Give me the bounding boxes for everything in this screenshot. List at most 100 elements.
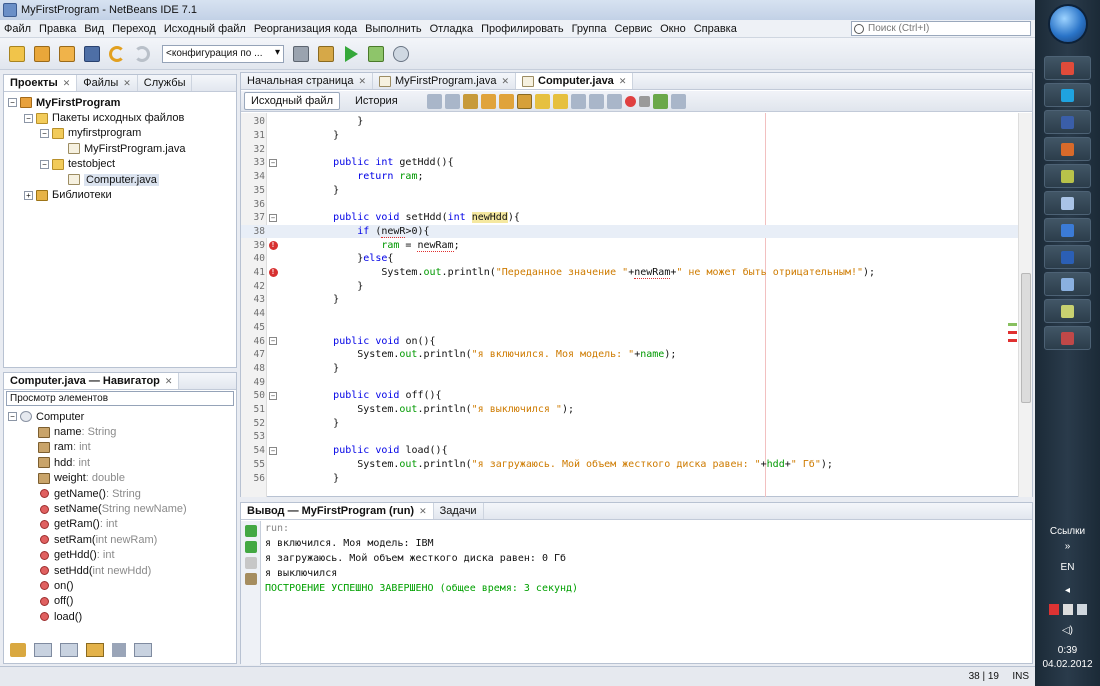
navigator-member[interactable]: ram : int	[8, 440, 236, 455]
undo-button[interactable]	[106, 43, 128, 65]
clock-date[interactable]: 04.02.2012	[1035, 659, 1100, 670]
find-icon[interactable]	[462, 93, 478, 109]
navigator-member[interactable]: hdd : int	[8, 455, 236, 470]
menu-item[interactable]: Вид	[80, 23, 108, 35]
navigator-member[interactable]: load()	[8, 609, 236, 624]
find-previous-icon[interactable]	[480, 93, 496, 109]
tab-editor-0[interactable]: Начальная страница ✕	[241, 73, 373, 89]
source-view-button[interactable]: Исходный файл	[244, 92, 340, 110]
tab-projects-1[interactable]: Файлы ✕	[77, 75, 138, 91]
tab-projects-2[interactable]: Службы	[138, 75, 193, 91]
navigator-class-node[interactable]: − Computer	[8, 409, 236, 424]
code-line[interactable]: 56 }	[241, 471, 1021, 485]
next-bookmark-icon[interactable]	[552, 93, 568, 109]
tab-navigator[interactable]: Computer.java — Навигатор ✕	[4, 373, 180, 389]
navigator-member[interactable]: setHdd(int newHdd)	[8, 563, 236, 578]
taskbar-button[interactable]	[1044, 164, 1091, 188]
code-line[interactable]: 48 }	[241, 362, 1021, 376]
scrollbar-thumb[interactable]	[1021, 273, 1031, 403]
build-button[interactable]	[290, 43, 312, 65]
sort-alpha-icon[interactable]	[134, 643, 152, 657]
new-project-button[interactable]	[31, 43, 53, 65]
windows-start-icon[interactable]	[1048, 4, 1088, 44]
fold-icon[interactable]: −	[269, 446, 277, 455]
navigator-member[interactable]: getHdd() : int	[8, 548, 236, 563]
code-line[interactable]: 44	[241, 307, 1021, 321]
record-macro-icon[interactable]	[624, 95, 636, 107]
code-line[interactable]: 35 }	[241, 184, 1021, 198]
tab-editor-1[interactable]: MyFirstProgram.java ✕	[373, 73, 516, 89]
expand-toggle-icon[interactable]: −	[40, 159, 49, 169]
taskbar-button[interactable]	[1044, 137, 1091, 161]
volume-icon[interactable]: ◁)	[1035, 625, 1100, 636]
menu-item[interactable]: Группа	[568, 23, 611, 35]
rerun-with-params-icon[interactable]	[245, 541, 257, 553]
tab-projects-0[interactable]: Проекты ✕	[4, 75, 78, 91]
code-line[interactable]: 49	[241, 375, 1021, 389]
expand-toggle-icon[interactable]: −	[24, 113, 33, 123]
network-signal-icon[interactable]	[1076, 604, 1087, 615]
tab-output[interactable]: Вывод — MyFirstProgram (run) ✕	[241, 503, 434, 519]
code-line[interactable]: 55 System.out.println("я загружаюсь. Мой…	[241, 458, 1021, 472]
error-icon[interactable]: !	[268, 240, 278, 250]
code-line[interactable]: 54− public void load(){	[241, 444, 1021, 458]
configuration-select[interactable]: <конфигурация по ...	[162, 44, 284, 63]
tab-tasks[interactable]: Задачи	[434, 503, 484, 519]
sort-icon[interactable]	[112, 643, 126, 657]
diff-icon[interactable]	[670, 93, 686, 109]
power-icon[interactable]	[1062, 604, 1073, 615]
taskbar-button[interactable]	[1044, 110, 1091, 134]
close-icon[interactable]: ✕	[619, 76, 627, 87]
code-line[interactable]: 43 }	[241, 293, 1021, 307]
code-line[interactable]: 42 }	[241, 279, 1021, 293]
code-line[interactable]: 41! System.out.println("Переданное значе…	[241, 266, 1021, 280]
code-line[interactable]: 37− public void setHdd(int newHdd){	[241, 211, 1021, 225]
code-line[interactable]: 47 System.out.println("я включился. Моя …	[241, 348, 1021, 362]
shift-right-icon[interactable]	[606, 93, 622, 109]
find-next-icon[interactable]	[498, 93, 514, 109]
clock-time[interactable]: 0:39	[1035, 645, 1100, 656]
fold-icon[interactable]: −	[269, 337, 277, 346]
clean-build-button[interactable]	[315, 43, 337, 65]
code-line[interactable]: 36	[241, 197, 1021, 211]
code-line[interactable]: 45	[241, 321, 1021, 335]
code-line[interactable]: 52 }	[241, 416, 1021, 430]
open-project-button[interactable]	[56, 43, 78, 65]
taskbar-button[interactable]	[1044, 326, 1091, 350]
fold-icon[interactable]: −	[269, 158, 277, 167]
tree-item[interactable]: − myfirstprogram	[8, 126, 236, 141]
fold-icon[interactable]: −	[269, 213, 277, 222]
navigator-member[interactable]: getRam() : int	[8, 517, 236, 532]
taskbar-button[interactable]	[1044, 218, 1091, 242]
code-line[interactable]: 38 if (newR>0){	[241, 224, 1021, 239]
show-fields-icon[interactable]	[34, 643, 52, 657]
tree-item[interactable]: − testobject	[8, 157, 236, 172]
close-icon[interactable]: ✕	[419, 506, 427, 517]
expand-toggle-icon[interactable]: −	[40, 128, 49, 138]
code-line[interactable]: 51 System.out.println("я выключился ");	[241, 403, 1021, 417]
save-all-button[interactable]	[81, 43, 103, 65]
code-line[interactable]: 50− public void off(){	[241, 389, 1021, 403]
menu-item[interactable]: Окно	[656, 23, 690, 35]
show-static-icon[interactable]	[60, 643, 78, 657]
run-button[interactable]	[340, 43, 362, 65]
navigator-member[interactable]: getName() : String	[8, 486, 236, 501]
taskbar-button[interactable]	[1044, 245, 1091, 269]
error-icon[interactable]: !	[268, 268, 278, 278]
menu-item[interactable]: Переход	[108, 23, 160, 35]
menu-item[interactable]: Выполнить	[361, 23, 425, 35]
close-icon[interactable]: ✕	[501, 76, 509, 87]
menu-item[interactable]: Сервис	[610, 23, 656, 35]
expand-toggle-icon[interactable]: +	[24, 190, 33, 200]
close-icon[interactable]: ✕	[63, 78, 71, 89]
tree-item[interactable]: − Пакеты исходных файлов	[8, 110, 236, 125]
new-file-button[interactable]	[6, 43, 28, 65]
code-line[interactable]: 32	[241, 142, 1021, 156]
navigator-member[interactable]: setRam(int newRam)	[8, 532, 236, 547]
redo-button[interactable]	[131, 43, 153, 65]
code-line[interactable]: 53	[241, 430, 1021, 444]
forward-icon[interactable]	[444, 93, 460, 109]
code-line[interactable]: 33− public int getHdd(){	[241, 156, 1021, 170]
code-line[interactable]: 40 }else{	[241, 252, 1021, 266]
taskbar-button[interactable]	[1044, 299, 1091, 323]
